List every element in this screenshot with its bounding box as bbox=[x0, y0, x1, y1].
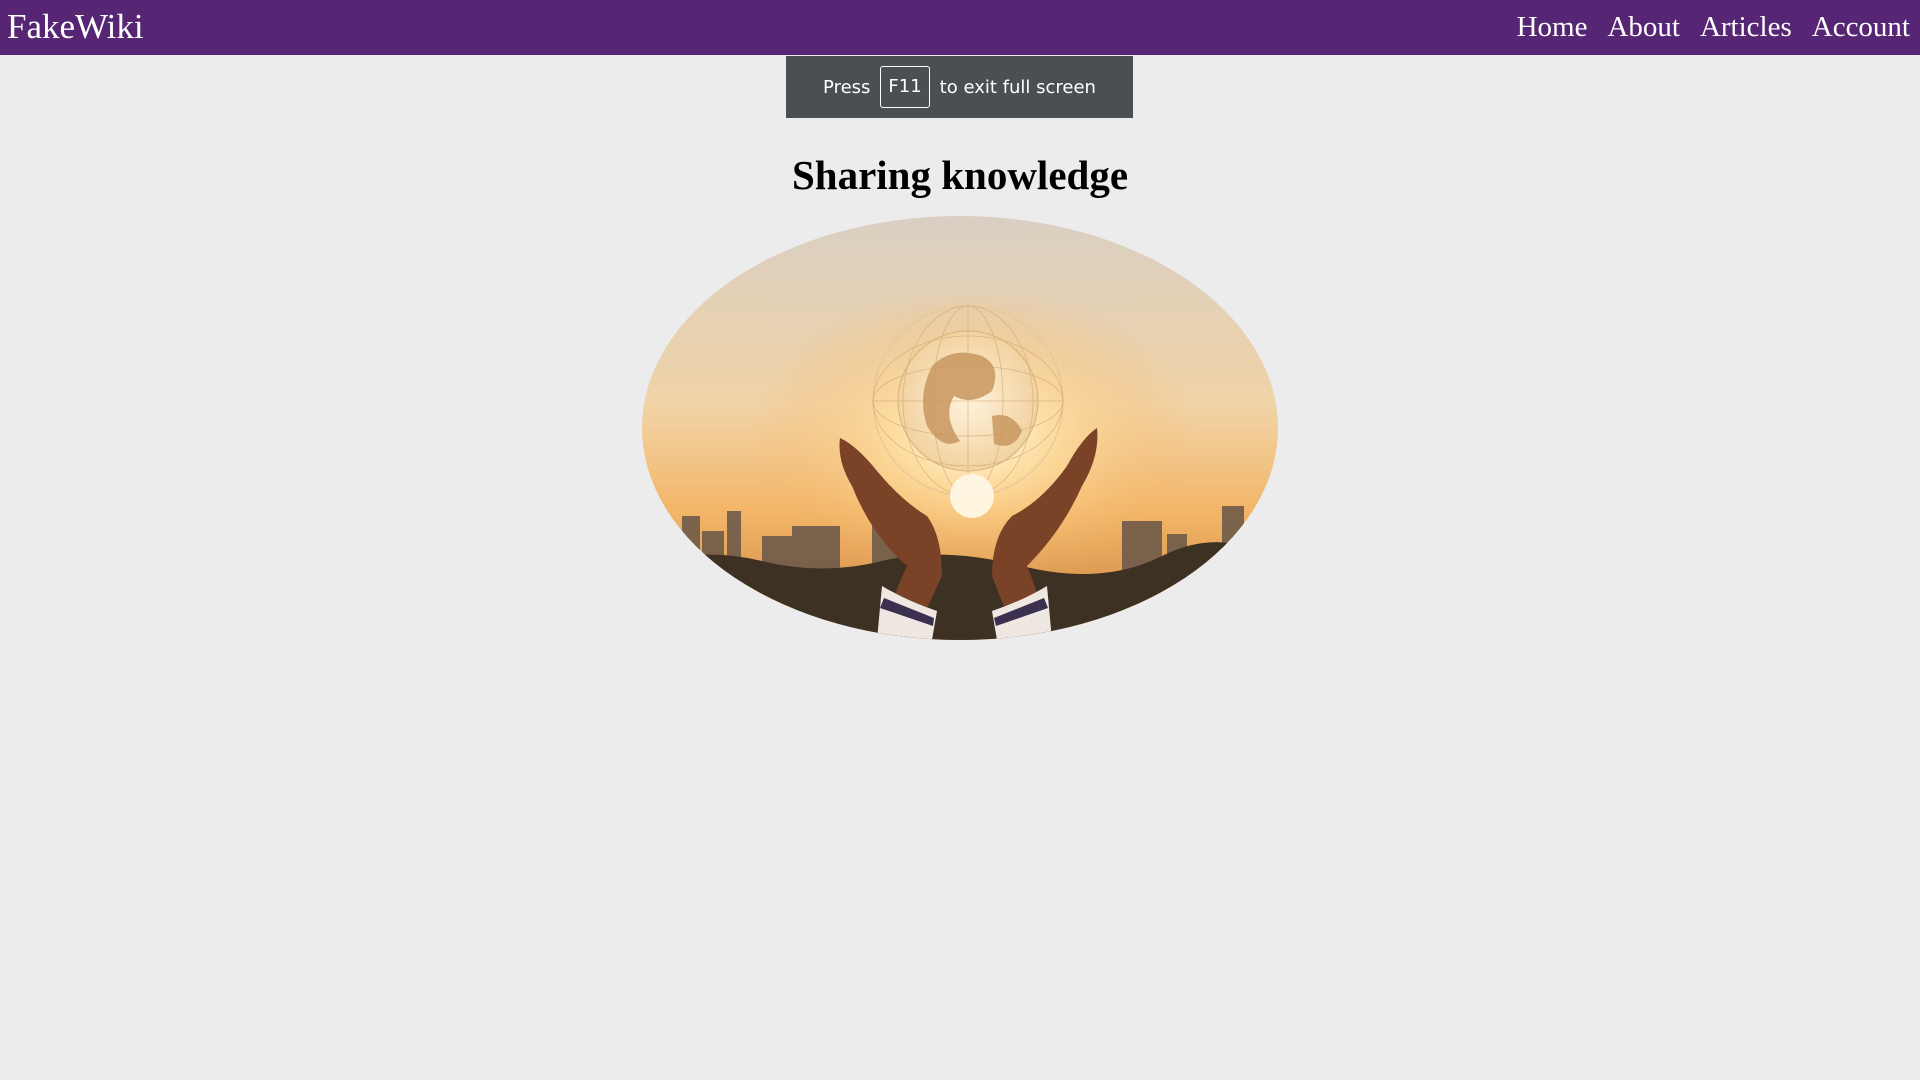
nav-link-home[interactable]: Home bbox=[1517, 10, 1588, 44]
hands-globe-sunset-image bbox=[642, 216, 1278, 640]
f11-key-badge: F11 bbox=[880, 66, 930, 108]
nav-links: Home About Articles Account bbox=[1517, 10, 1910, 44]
hero-image bbox=[642, 216, 1278, 640]
nav-link-account[interactable]: Account bbox=[1812, 10, 1910, 44]
nav-link-about[interactable]: About bbox=[1607, 10, 1680, 44]
page-title: Sharing knowledge bbox=[791, 152, 1129, 198]
nav-link-articles[interactable]: Articles bbox=[1700, 10, 1792, 44]
fullscreen-notice-prefix: Press bbox=[823, 76, 871, 98]
top-navbar: FakeWiki Home About Articles Account bbox=[0, 0, 1920, 55]
brand-logo-link[interactable]: FakeWiki bbox=[7, 8, 144, 46]
fullscreen-exit-notice: Press F11 to exit full screen bbox=[786, 56, 1133, 118]
fullscreen-notice-suffix: to exit full screen bbox=[939, 76, 1096, 98]
